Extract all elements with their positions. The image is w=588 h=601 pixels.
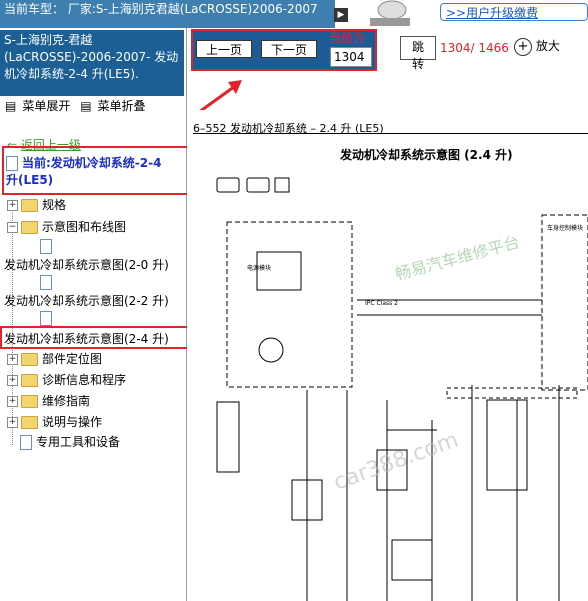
tree-item-label: 发动机冷却系统示意图(2-4 升) xyxy=(4,332,169,346)
document-icon xyxy=(40,239,56,254)
expand-icon[interactable]: + xyxy=(7,417,18,428)
svg-text:电源模块: 电源模块 xyxy=(247,264,271,272)
tree-item-label: 规格 xyxy=(42,198,67,212)
collapse-icon[interactable]: − xyxy=(7,222,18,233)
menu-collapse-icon[interactable]: ▤ xyxy=(80,99,91,113)
tree-item-label: 诊断信息和程序 xyxy=(42,373,127,387)
upgrade-link-text[interactable]: >>用户升级缴费 xyxy=(446,6,538,20)
wiring-diagram: 电源模块 IPC Class 2 车身控制模块 畅易汽车维修平台 car388.… xyxy=(216,177,588,601)
tree-item-diagrams[interactable]: − 示意图和布线图 xyxy=(7,218,126,235)
expand-icon[interactable]: + xyxy=(7,354,18,365)
page-count: 1304/ 1466 xyxy=(440,41,509,55)
tree-item-label: 示意图和布线图 xyxy=(42,220,127,234)
expand-icon[interactable]: + xyxy=(7,200,18,211)
current-node-label: 当前:发动机冷却系统-2-4 升(LE5) xyxy=(6,156,162,187)
tree-item-label: 发动机冷却系统示意图(2-2 升) xyxy=(4,294,169,308)
tree-item-description[interactable]: + 说明与操作 xyxy=(7,413,102,430)
tree-item-tools[interactable]: 专用工具和设备 xyxy=(20,433,120,450)
folder-icon xyxy=(21,199,38,212)
document-icon xyxy=(40,275,56,290)
header-rule xyxy=(193,133,588,134)
tree-item-2-2[interactable]: 发动机冷却系统示意图(2-2 升) xyxy=(4,292,169,309)
current-model-text: 当前车型： 厂家:S-上海别克君越(LaCROSSE)2006-2007 xyxy=(4,2,318,16)
document-icon xyxy=(6,156,18,171)
watermark-text-2: car388.com xyxy=(331,427,462,495)
zoom-in-icon: + xyxy=(514,37,532,56)
expand-icon[interactable]: + xyxy=(7,375,18,386)
folder-icon xyxy=(21,353,38,366)
menu-expand-icon[interactable]: ▤ xyxy=(5,99,16,113)
zoom-label: 放大 xyxy=(535,39,560,53)
svg-text:车身控制模块: 车身控制模块 xyxy=(547,224,583,232)
scroll-right-icon[interactable]: ▶ xyxy=(334,8,348,22)
document-icon xyxy=(20,435,32,450)
upgrade-link[interactable]: >>用户升级缴费 xyxy=(440,3,588,21)
document-icon xyxy=(40,311,56,326)
tree-item-label: 说明与操作 xyxy=(42,415,103,429)
tree-item-label: 发动机冷却系统示意图(2-0 升) xyxy=(4,258,169,272)
folder-open-icon xyxy=(21,221,38,234)
current-page-label: 当前为 xyxy=(329,31,366,45)
current-node[interactable]: 当前:发动机冷却系统-2-4 升(LE5) xyxy=(6,155,174,189)
tree-item-repair[interactable]: + 维修指南 xyxy=(7,392,90,409)
page-number-input[interactable] xyxy=(330,47,372,67)
zoom-button[interactable]: + 放大 xyxy=(514,37,560,56)
menu-expand[interactable]: 菜单展开 xyxy=(22,99,70,113)
current-car-text: S-上海别克-君越(LaCROSSE)-2006-2007- 发动机冷却系统-2… xyxy=(4,33,179,81)
tree-item-2-4[interactable]: 发动机冷却系统示意图(2-4 升) xyxy=(4,330,169,347)
menu-collapse[interactable]: 菜单折叠 xyxy=(98,99,146,113)
folder-icon xyxy=(21,395,38,408)
prev-page-button[interactable]: 上一页 xyxy=(196,40,253,58)
expand-icon[interactable]: + xyxy=(7,396,18,407)
jump-button[interactable]: 跳转 xyxy=(400,36,436,71)
tree-item-diagnostics[interactable]: + 诊断信息和程序 xyxy=(7,371,126,388)
mascot-icon xyxy=(362,0,422,28)
svg-text:IPC Class 2: IPC Class 2 xyxy=(365,300,398,307)
tree-item-label: 专用工具和设备 xyxy=(36,435,121,449)
folder-icon xyxy=(21,416,38,429)
folder-icon xyxy=(21,374,38,387)
tree-item-label: 维修指南 xyxy=(42,394,91,408)
menu-controls: ▤ 菜单展开 ▤ 菜单折叠 xyxy=(5,97,152,114)
tree-item-2-0[interactable]: 发动机冷却系统示意图(2-0 升) xyxy=(4,256,169,273)
tree-item-spec[interactable]: + 规格 xyxy=(7,196,66,213)
current-model-bar: 当前车型： 厂家:S-上海别克君越(LaCROSSE)2006-2007 xyxy=(0,0,335,28)
tree-item-label: 部件定位图 xyxy=(42,352,103,366)
tree-item-components[interactable]: + 部件定位图 xyxy=(7,350,102,367)
next-page-button[interactable]: 下一页 xyxy=(261,40,318,58)
current-car-box: S-上海别克-君越(LaCROSSE)-2006-2007- 发动机冷却系统-2… xyxy=(0,30,184,96)
watermark-text: 畅易汽车维修平台 xyxy=(393,232,522,283)
